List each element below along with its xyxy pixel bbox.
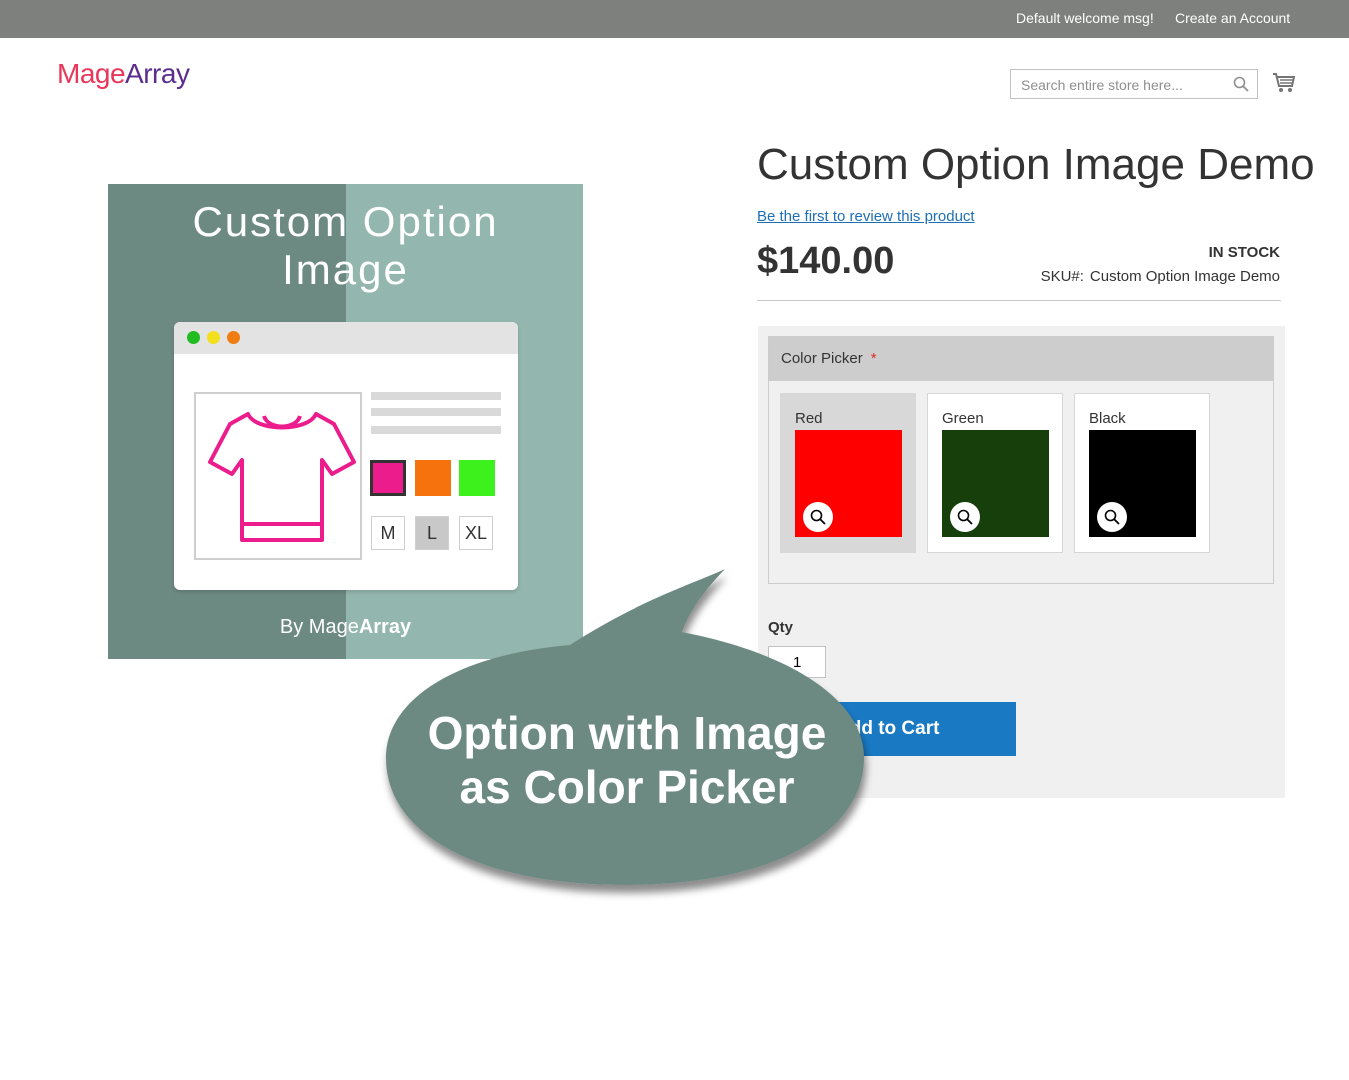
swatch-color-green[interactable] [942,430,1049,537]
swatch-black[interactable]: Black [1074,393,1210,553]
top-header-bar: Default welcome msg! Create an Account [0,0,1349,38]
illustration-swatch-orange [415,460,451,496]
product-title: Custom Option Image Demo [757,140,1315,189]
search-box [1010,69,1258,99]
illustration-size-xl: XL [459,516,493,550]
browser-chrome [174,322,518,354]
product-price: $140.00 [757,240,895,282]
illustration-swatch-pink [370,460,406,496]
swatch-label: Green [942,410,984,427]
illustration-size-m: M [371,516,405,550]
image-title: Custom Option Image [108,198,583,294]
swatch-label: Red [795,410,823,427]
tshirt-frame [194,392,362,560]
sku-label: SKU#: [1040,268,1084,285]
qty-input[interactable] [768,646,826,678]
zoom-icon[interactable] [950,502,980,532]
info-divider [757,300,1281,301]
review-link[interactable]: Be the first to review this product [757,208,975,225]
callout-line1: Option with Image [427,707,827,759]
logo-array-text: Array [125,58,190,89]
image-byline: By MageArray [108,616,583,639]
illustration-size-l: L [415,516,449,550]
swatch-label: Black [1089,410,1126,427]
callout-line2: as Color Picker [459,761,795,813]
byline-brand: Array [358,616,412,638]
search-input[interactable] [1019,76,1223,94]
create-account-link[interactable]: Create an Account [1175,10,1290,26]
text-line-placeholder [371,426,501,434]
tshirt-icon [208,412,356,542]
browser-dot-orange [227,331,240,344]
color-picker-header: Color Picker * [769,337,1273,381]
sku-value: Custom Option Image Demo [1089,268,1280,285]
welcome-message: Default welcome msg! [1016,10,1154,26]
logo-mage-text: Mage [57,58,126,89]
text-line-placeholder [371,392,501,400]
text-line-placeholder [371,408,501,416]
required-asterisk: * [870,350,877,367]
swatch-red[interactable]: Red [780,393,916,553]
browser-dot-yellow [207,331,220,344]
swatch-color-red[interactable] [795,430,902,537]
callout-text: Option with Image as Color Picker [390,706,864,814]
color-picker-fieldset: Color Picker * Red Green Black [768,336,1274,584]
cart-icon[interactable] [1272,72,1296,99]
store-logo[interactable]: MageArray [57,58,190,90]
search-icon[interactable] [1233,76,1249,97]
zoom-icon[interactable] [803,502,833,532]
image-title-line2: Image [282,246,409,293]
image-title-line1: Custom Option [192,198,499,245]
swatch-green[interactable]: Green [927,393,1063,553]
byline-prefix: By Mage [279,616,359,638]
product-sku: SKU#: Custom Option Image Demo [1041,268,1280,285]
browser-illustration: M L XL [174,322,518,590]
illustration-swatch-green [459,460,495,496]
swatch-color-black[interactable] [1089,430,1196,537]
zoom-icon[interactable] [1097,502,1127,532]
product-main-image[interactable]: Custom Option Image M L XL By MageArray [108,184,583,659]
color-picker-label: Color Picker [781,350,863,367]
qty-label: Qty [768,619,794,636]
browser-dot-green [187,331,200,344]
stock-status: IN STOCK [1208,244,1280,261]
